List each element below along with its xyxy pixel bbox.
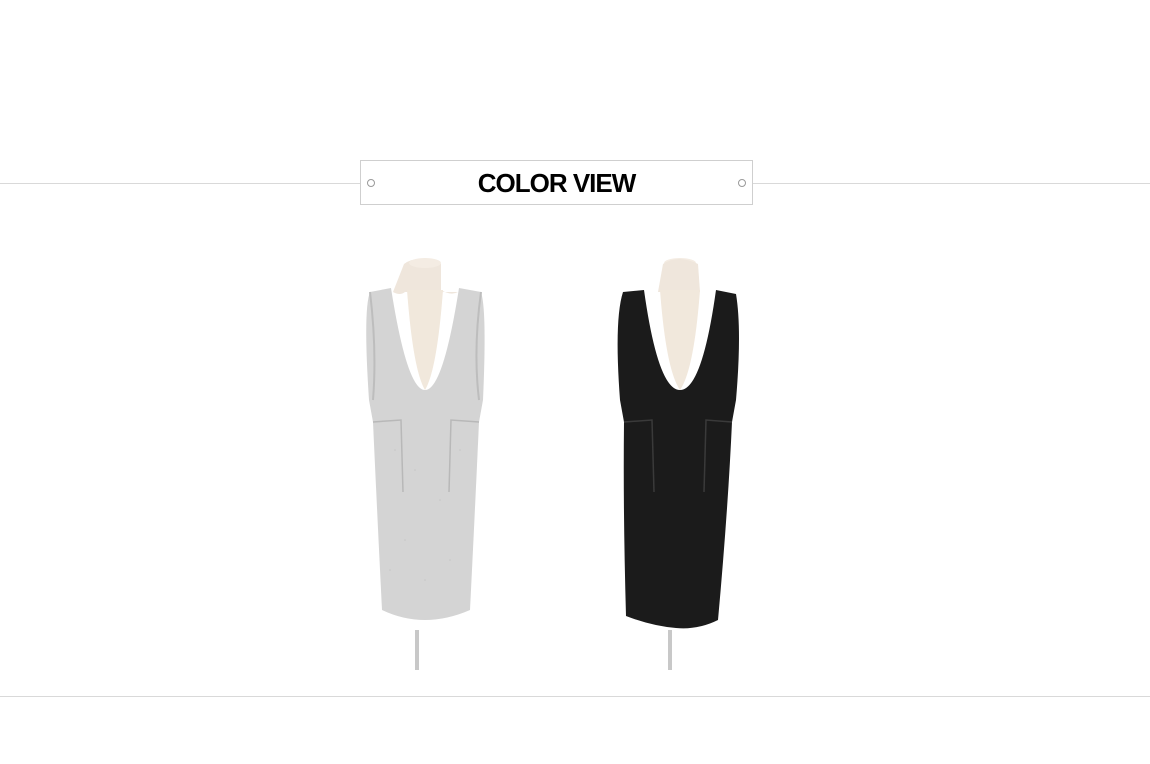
black-dress-illustration — [617, 258, 739, 670]
section-title: COLOR VIEW — [477, 168, 637, 198]
title-right-dot-icon — [738, 179, 746, 187]
product-image-gray-dress[interactable] — [355, 250, 495, 670]
divider-bottom — [0, 696, 1150, 697]
product-image-black-dress[interactable] — [608, 250, 748, 670]
gray-dress-illustration — [366, 258, 485, 670]
section-title-box: COLOR VIEW — [360, 160, 753, 205]
